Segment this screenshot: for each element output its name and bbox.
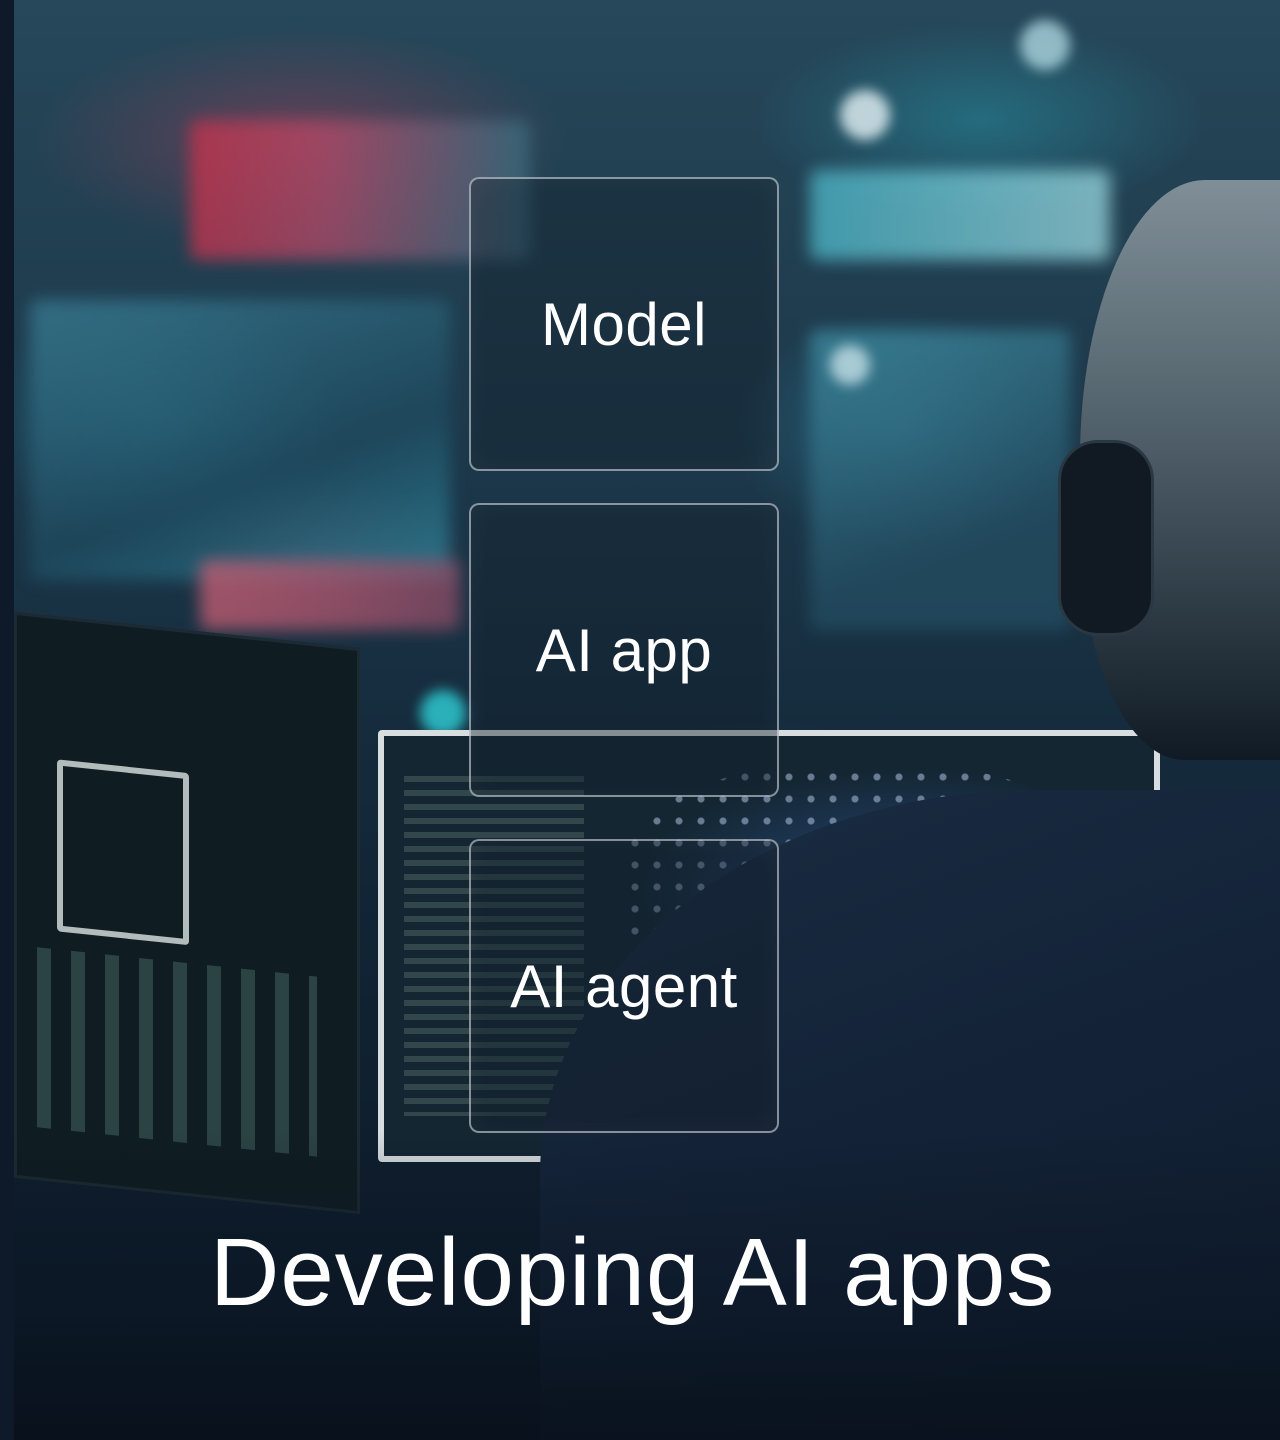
page-title: Developing AI apps — [210, 1219, 1056, 1326]
monitor-data-lines — [37, 947, 317, 1157]
model-card-label: Model — [541, 290, 707, 358]
bokeh-light — [840, 90, 890, 140]
wall-monitor-blur — [200, 560, 460, 630]
wall-monitor-blur — [810, 170, 1110, 260]
ai-app-card-label: AI app — [535, 616, 713, 684]
headphones-icon — [1058, 440, 1154, 636]
desk-monitor-left — [14, 611, 360, 1215]
wall-monitor-blur — [30, 300, 450, 580]
bokeh-light — [830, 345, 870, 385]
bokeh-light — [1020, 20, 1070, 70]
hero-photo: Model AI app AI agent Developing AI apps — [0, 0, 1280, 1440]
ai-agent-card: AI agent — [469, 839, 779, 1133]
model-card: Model — [469, 177, 779, 471]
ai-agent-card-label: AI agent — [510, 952, 738, 1020]
monitor-widget — [57, 759, 189, 946]
ai-app-card: AI app — [469, 503, 779, 797]
left-edge-strip — [0, 0, 14, 1440]
